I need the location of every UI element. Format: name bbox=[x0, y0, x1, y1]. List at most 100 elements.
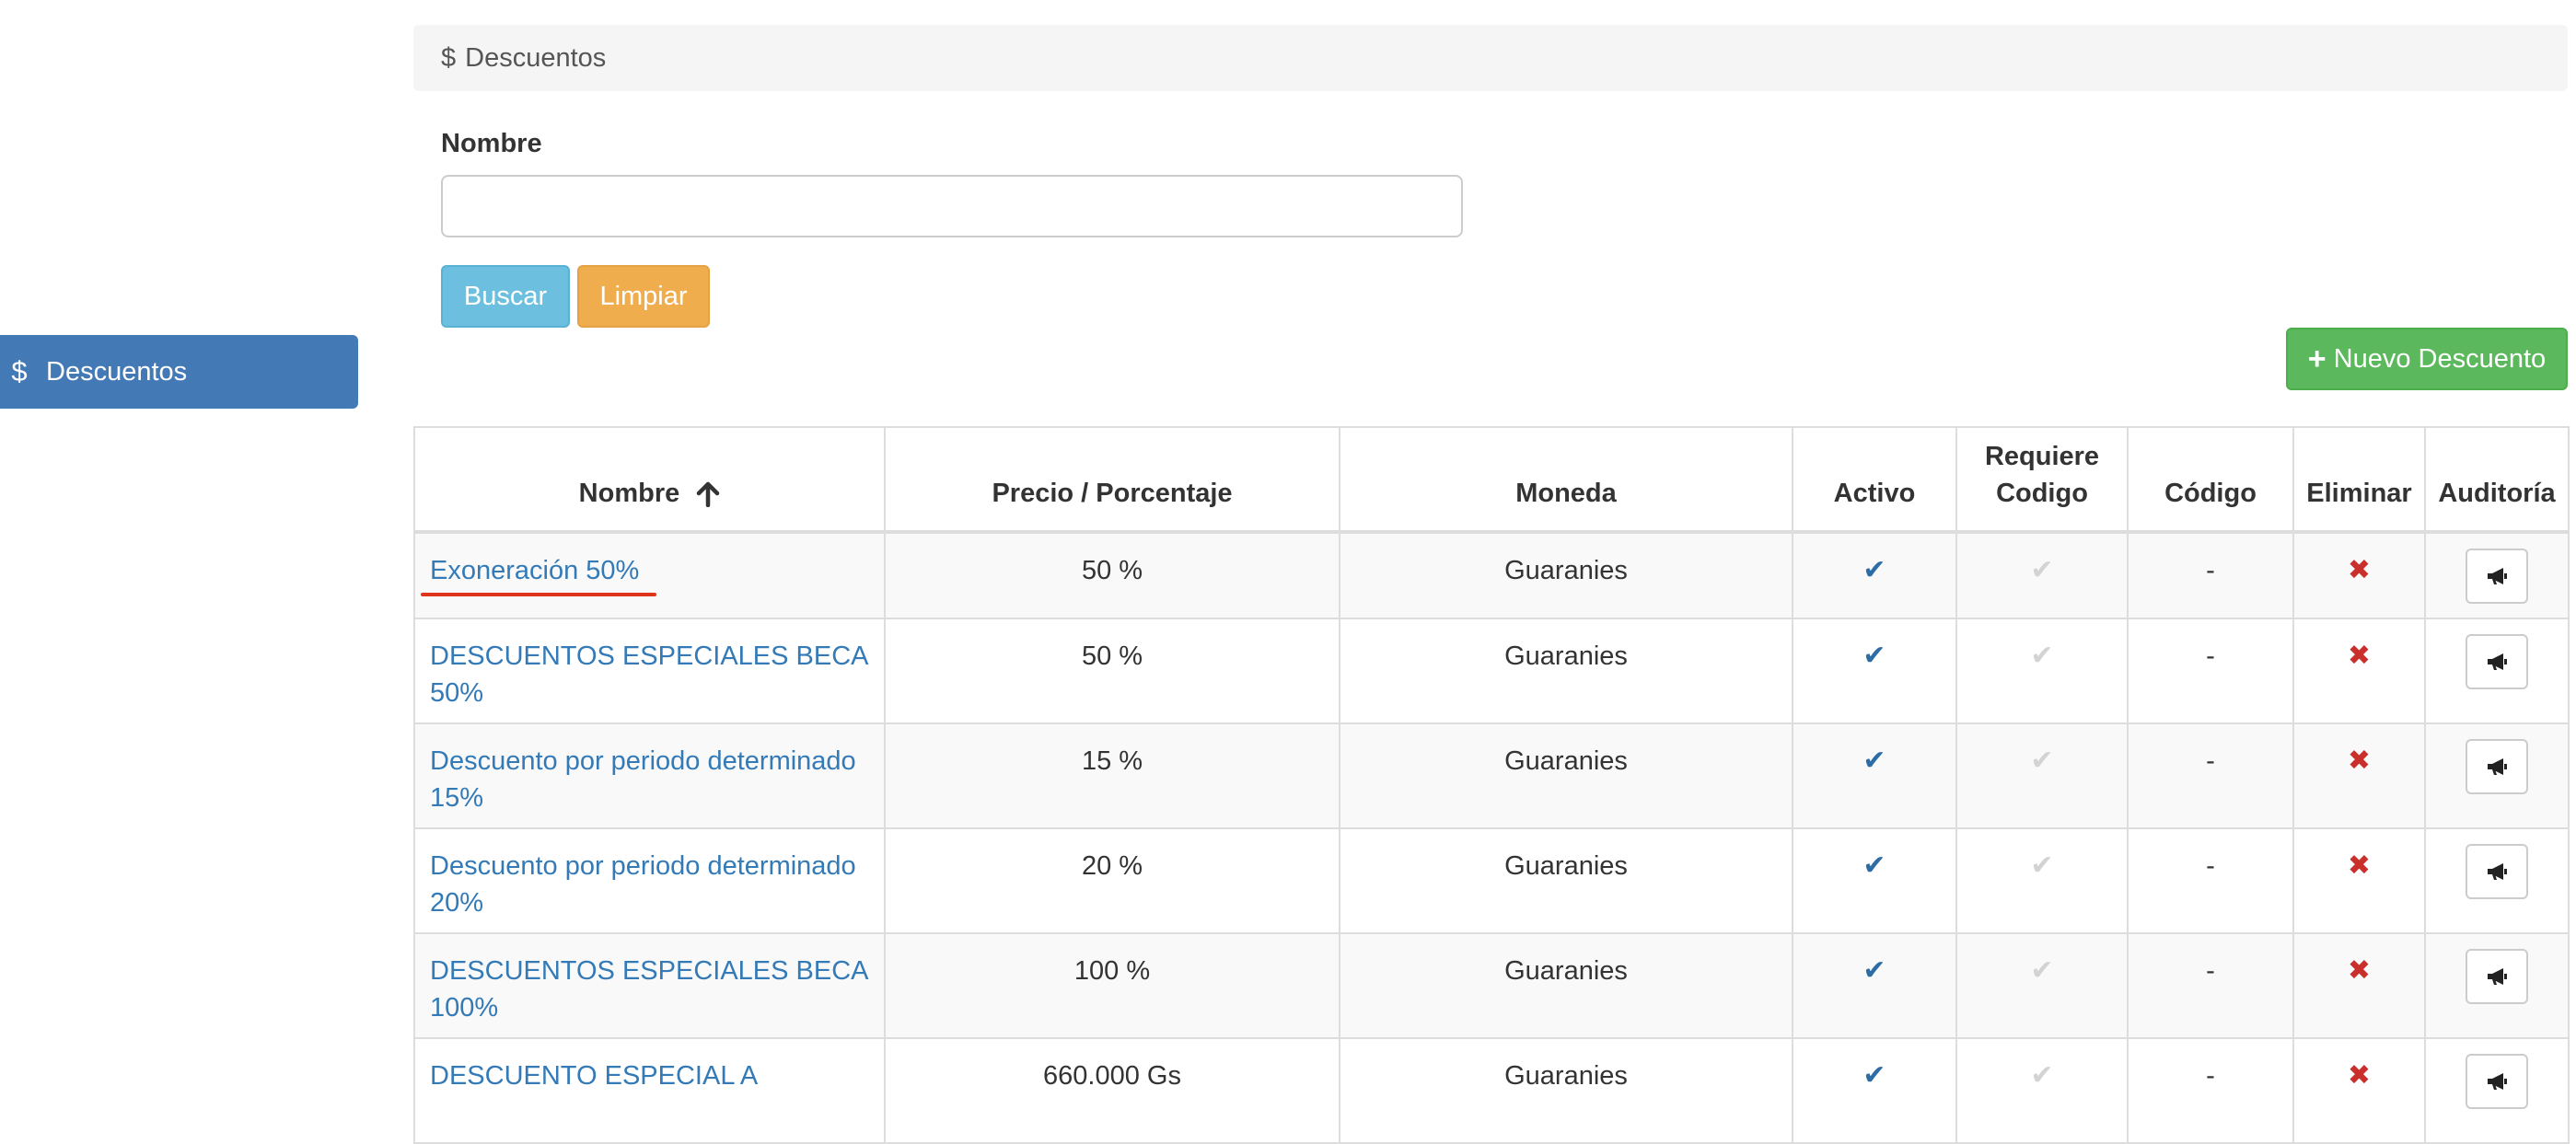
cell-moneda: Guaranies bbox=[1339, 1037, 1793, 1144]
column-header-codigo: Código bbox=[2127, 426, 2294, 533]
cell-codigo: - bbox=[2127, 1037, 2294, 1144]
cell-codigo: - bbox=[2127, 932, 2294, 1039]
cell-eliminar: ✖ bbox=[2292, 1037, 2426, 1144]
check-icon: ✔ bbox=[2030, 555, 2054, 585]
delete-icon[interactable]: ✖ bbox=[2348, 1060, 2371, 1091]
audit-button[interactable] bbox=[2466, 739, 2528, 794]
cell-auditoria bbox=[2424, 618, 2570, 724]
plus-icon: + bbox=[2307, 341, 2327, 376]
cell-precio: 20 % bbox=[884, 827, 1340, 934]
cell-eliminar: ✖ bbox=[2292, 722, 2426, 829]
highlight-underline bbox=[421, 593, 656, 596]
cell-activo: ✔ bbox=[1792, 827, 1957, 934]
column-header-moneda: Moneda bbox=[1339, 426, 1793, 533]
bullhorn-icon bbox=[2488, 1073, 2507, 1090]
cell-auditoria bbox=[2424, 531, 2570, 619]
cell-eliminar: ✖ bbox=[2292, 827, 2426, 934]
column-header-requiere-codigo: Requiere Codigo bbox=[1955, 426, 2129, 533]
panel-heading: $ Descuentos bbox=[413, 25, 2568, 91]
sidebar-item-descuentos[interactable]: $ Descuentos bbox=[0, 335, 358, 409]
cell-auditoria bbox=[2424, 932, 2570, 1039]
cell-auditoria bbox=[2424, 1037, 2570, 1144]
cell-nombre: DESCUENTOS ESPECIALES BECA 50% bbox=[413, 618, 886, 724]
cell-nombre: Exoneración 50% bbox=[413, 531, 886, 619]
delete-icon[interactable]: ✖ bbox=[2348, 555, 2371, 585]
table-row: Exoneración 50% 50 % Guaranies ✔ ✔ - ✖ bbox=[413, 531, 2570, 619]
cell-precio: 660.000 Gs bbox=[884, 1037, 1340, 1144]
cell-requiere-codigo: ✔ bbox=[1955, 531, 2129, 619]
check-icon: ✔ bbox=[1862, 1060, 1886, 1091]
cell-precio: 50 % bbox=[884, 531, 1340, 619]
delete-icon[interactable]: ✖ bbox=[2348, 955, 2371, 986]
cell-eliminar: ✖ bbox=[2292, 932, 2426, 1039]
bullhorn-icon bbox=[2488, 758, 2507, 775]
discount-name-link[interactable]: DESCUENTO ESPECIAL A bbox=[430, 1061, 758, 1091]
dollar-icon: $ bbox=[11, 355, 28, 387]
discount-name-link[interactable]: DESCUENTOS ESPECIALES BECA 100% bbox=[430, 956, 867, 1023]
audit-button[interactable] bbox=[2466, 844, 2528, 899]
cell-requiere-codigo: ✔ bbox=[1955, 827, 2129, 934]
check-icon: ✔ bbox=[2030, 850, 2054, 881]
check-icon: ✔ bbox=[1862, 745, 1886, 776]
check-icon: ✔ bbox=[1862, 641, 1886, 671]
cell-nombre: DESCUENTO ESPECIAL A bbox=[413, 1037, 886, 1144]
panel-title: Descuentos bbox=[465, 42, 607, 73]
table-row: DESCUENTOS ESPECIALES BECA 100% 100 % Guar… bbox=[413, 932, 2570, 1039]
cell-requiere-codigo: ✔ bbox=[1955, 618, 2129, 724]
discount-name-link[interactable]: DESCUENTOS ESPECIALES BECA 50% bbox=[430, 641, 867, 708]
cell-requiere-codigo: ✔ bbox=[1955, 932, 2129, 1039]
audit-button[interactable] bbox=[2466, 634, 2528, 689]
check-icon: ✔ bbox=[1862, 555, 1886, 585]
delete-icon[interactable]: ✖ bbox=[2348, 641, 2371, 671]
column-header-activo: Activo bbox=[1792, 426, 1957, 533]
cell-requiere-codigo: ✔ bbox=[1955, 722, 2129, 829]
cell-requiere-codigo: ✔ bbox=[1955, 1037, 2129, 1144]
table-row: Descuento por periodo determinado 20% 20 … bbox=[413, 827, 2570, 934]
sidebar-item-label: Descuentos bbox=[46, 356, 188, 387]
cell-activo: ✔ bbox=[1792, 618, 1957, 724]
name-filter-input[interactable] bbox=[441, 175, 1463, 237]
cell-codigo: - bbox=[2127, 618, 2294, 724]
discount-name-link[interactable]: Exoneración 50% bbox=[430, 556, 639, 585]
cell-precio: 15 % bbox=[884, 722, 1340, 829]
delete-icon[interactable]: ✖ bbox=[2348, 850, 2371, 881]
cell-nombre: Descuento por periodo determinado 20% bbox=[413, 827, 886, 934]
delete-icon[interactable]: ✖ bbox=[2348, 745, 2371, 776]
cell-moneda: Guaranies bbox=[1339, 827, 1793, 934]
bullhorn-icon bbox=[2488, 568, 2507, 584]
arrow-up-icon bbox=[697, 482, 720, 508]
audit-button[interactable] bbox=[2466, 549, 2528, 604]
cell-moneda: Guaranies bbox=[1339, 531, 1793, 619]
cell-codigo: - bbox=[2127, 722, 2294, 829]
cell-activo: ✔ bbox=[1792, 932, 1957, 1039]
cell-activo: ✔ bbox=[1792, 722, 1957, 829]
cell-moneda: Guaranies bbox=[1339, 618, 1793, 724]
new-discount-label: Nuevo Descuento bbox=[2333, 343, 2547, 374]
search-button[interactable]: Buscar bbox=[441, 265, 570, 328]
cell-eliminar: ✖ bbox=[2292, 531, 2426, 619]
audit-button[interactable] bbox=[2466, 949, 2528, 1004]
cell-eliminar: ✖ bbox=[2292, 618, 2426, 724]
check-icon: ✔ bbox=[1862, 955, 1886, 986]
audit-button[interactable] bbox=[2466, 1054, 2528, 1109]
column-header-nombre[interactable]: Nombre bbox=[413, 426, 886, 533]
cell-activo: ✔ bbox=[1792, 1037, 1957, 1144]
cell-codigo: - bbox=[2127, 827, 2294, 934]
check-icon: ✔ bbox=[2030, 1060, 2054, 1091]
cell-nombre: DESCUENTOS ESPECIALES BECA 100% bbox=[413, 932, 886, 1039]
table-row: DESCUENTO ESPECIAL A 660.000 Gs Guaranies ✔… bbox=[413, 1037, 2570, 1144]
new-discount-button[interactable]: + Nuevo Descuento bbox=[2286, 328, 2568, 390]
column-header-auditoria: Auditoría bbox=[2424, 426, 2570, 533]
cell-auditoria bbox=[2424, 722, 2570, 829]
discount-name-link[interactable]: Descuento por periodo determinado 15% bbox=[430, 746, 856, 813]
discount-name-link[interactable]: Descuento por periodo determinado 20% bbox=[430, 851, 856, 918]
discounts-table: Nombre Precio / Porcentaje Moneda Activo… bbox=[413, 426, 2570, 1144]
cell-moneda: Guaranies bbox=[1339, 932, 1793, 1039]
column-header-eliminar: Eliminar bbox=[2292, 426, 2426, 533]
clear-button[interactable]: Limpiar bbox=[577, 265, 710, 328]
table-row: Descuento por periodo determinado 15% 15 … bbox=[413, 722, 2570, 829]
cell-activo: ✔ bbox=[1792, 531, 1957, 619]
bullhorn-icon bbox=[2488, 653, 2507, 670]
dollar-icon: $ bbox=[441, 42, 457, 73]
check-icon: ✔ bbox=[1862, 850, 1886, 881]
